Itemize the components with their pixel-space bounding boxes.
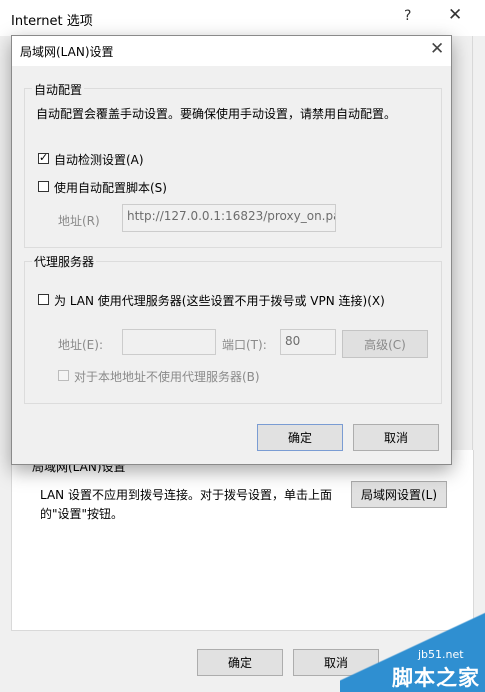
proxy-server-legend: 代理服务器	[32, 253, 97, 270]
proxy-address-label: 地址(E):	[58, 338, 103, 352]
lan-settings-button[interactable]: 局域网设置(L)	[351, 481, 447, 508]
dialog-title: 局域网(LAN)设置	[20, 45, 114, 59]
bypass-local-label[interactable]: 对于本地地址不使用代理服务器(B)	[74, 368, 260, 385]
advanced-button[interactable]: 高级(C)	[342, 330, 428, 358]
watermark-name: 脚本之家	[392, 666, 480, 690]
options-ok-button[interactable]: 确定	[197, 649, 283, 676]
proxy-address-input[interactable]	[122, 329, 216, 355]
bypass-local-checkbox[interactable]	[58, 370, 69, 381]
internet-options-title: Internet 选项	[11, 14, 93, 29]
use-proxy-checkbox[interactable]	[38, 294, 49, 305]
use-script-label[interactable]: 使用自动配置脚本(S)	[54, 179, 167, 196]
lan-settings-description: LAN 设置不应用到拨号连接。对于拨号设置，单击上面的"设置"按钮。	[40, 488, 332, 521]
dialog-close-icon[interactable]: ✕	[430, 39, 444, 59]
auto-config-description: 自动配置会覆盖手动设置。要确保使用手动设置，请禁用自动配置。	[36, 107, 397, 121]
use-script-checkbox[interactable]	[38, 181, 49, 192]
internet-options-titlebar: Internet 选项 ? ✕	[0, 0, 485, 36]
checkmark-icon: ✓	[39, 151, 49, 164]
dialog-ok-button[interactable]: 确定	[257, 424, 343, 451]
auto-detect-label[interactable]: 自动检测设置(A)	[54, 151, 144, 168]
script-address-label: 地址(R)	[58, 214, 100, 228]
use-proxy-label[interactable]: 为 LAN 使用代理服务器(这些设置不用于拨号或 VPN 连接)(X)	[54, 292, 385, 309]
script-address-input[interactable]: http://127.0.0.1:16823/proxy_on.pac	[122, 204, 336, 232]
dialog-titlebar: 局域网(LAN)设置 ✕	[12, 36, 451, 66]
lan-settings-dialog: 局域网(LAN)设置 ✕ 自动配置 自动配置会覆盖手动设置。要确保使用手动设置，…	[11, 35, 452, 465]
dialog-cancel-button[interactable]: 取消	[353, 424, 439, 451]
help-button[interactable]: ?	[404, 8, 411, 24]
watermark-site: jb51.net	[418, 648, 464, 661]
close-icon[interactable]: ✕	[448, 5, 462, 25]
auto-detect-checkbox[interactable]: ✓	[38, 151, 49, 164]
auto-config-legend: 自动配置	[32, 81, 85, 98]
proxy-port-input[interactable]: 80	[280, 329, 336, 355]
proxy-port-label: 端口(T):	[222, 338, 267, 352]
connections-tab-panel	[11, 450, 474, 631]
